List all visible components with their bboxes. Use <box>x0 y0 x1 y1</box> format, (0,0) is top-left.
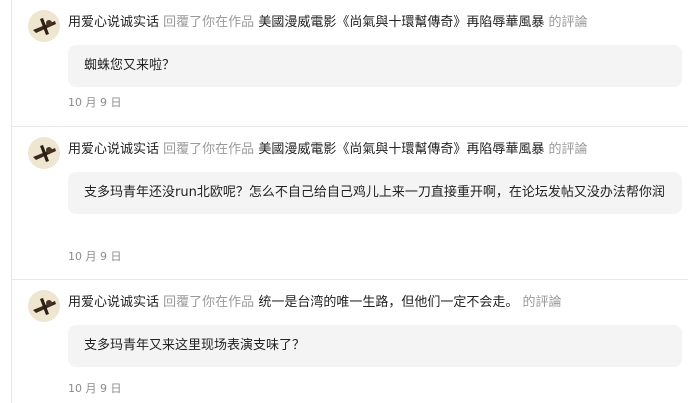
user-avatar-icon <box>28 290 60 322</box>
username-link[interactable]: 用爱心说诚实话 <box>68 295 159 310</box>
suffix-text: 的評論 <box>522 295 562 310</box>
timestamp: 10 月 9 日 <box>68 382 122 395</box>
comment-bubble[interactable]: 支多玛青年又来这里现场表演支味了？ <box>68 325 682 367</box>
timestamp: 10 月 9 日 <box>68 96 122 109</box>
avatar[interactable] <box>28 290 60 322</box>
suffix-text: 的評論 <box>548 15 588 30</box>
work-title-link[interactable]: 美國漫威電影《尚氣與十環幫傳奇》再陷辱華風暴 <box>258 142 544 157</box>
action-text: 回覆了你在作品 <box>163 295 255 310</box>
notification-header: 用爱心说诚实话 回覆了你在作品 美國漫威電影《尚氣與十環幫傳奇》再陷辱華風暴 的… <box>68 141 587 159</box>
notification-header: 用爱心说诚实话 回覆了你在作品 统一是台湾的唯一生路，但他们一定不会走。 的評論 <box>68 294 561 312</box>
user-avatar-icon <box>28 137 60 169</box>
action-text: 回覆了你在作品 <box>163 142 255 157</box>
work-title-link[interactable]: 统一是台湾的唯一生路，但他们一定不会走。 <box>258 295 518 310</box>
username-link[interactable]: 用爱心说诚实话 <box>68 142 159 157</box>
comment-bubble[interactable]: 支多玛青年还没run北欧呢？怎么不自己给自己鸡儿上来一刀直接重开啊，在论坛发帖又… <box>68 172 682 214</box>
notification-item: 用爱心说诚实话 回覆了你在作品 美國漫威電影《尚氣與十環幫傳奇》再陷辱華風暴 的… <box>12 127 688 280</box>
avatar[interactable] <box>28 137 60 169</box>
avatar[interactable] <box>28 10 60 42</box>
notification-item: 用爱心说诚实话 回覆了你在作品 统一是台湾的唯一生路，但他们一定不会走。 的評論… <box>12 280 688 403</box>
action-text: 回覆了你在作品 <box>163 15 255 30</box>
suffix-text: 的評論 <box>548 142 588 157</box>
work-title-link[interactable]: 美國漫威電影《尚氣與十環幫傳奇》再陷辱華風暴 <box>258 15 544 30</box>
notification-list: 用爱心说诚实话 回覆了你在作品 美國漫威電影《尚氣與十環幫傳奇》再陷辱華風暴 的… <box>11 0 688 403</box>
notification-item: 用爱心说诚实话 回覆了你在作品 美國漫威電影《尚氣與十環幫傳奇》再陷辱華風暴 的… <box>12 0 688 127</box>
user-avatar-icon <box>28 10 60 42</box>
comment-bubble[interactable]: 蜘蛛您又来啦？ <box>68 45 682 87</box>
timestamp: 10 月 9 日 <box>68 250 122 263</box>
username-link[interactable]: 用爱心说诚实话 <box>68 15 159 30</box>
notification-header: 用爱心说诚实话 回覆了你在作品 美國漫威電影《尚氣與十環幫傳奇》再陷辱華風暴 的… <box>68 14 587 32</box>
